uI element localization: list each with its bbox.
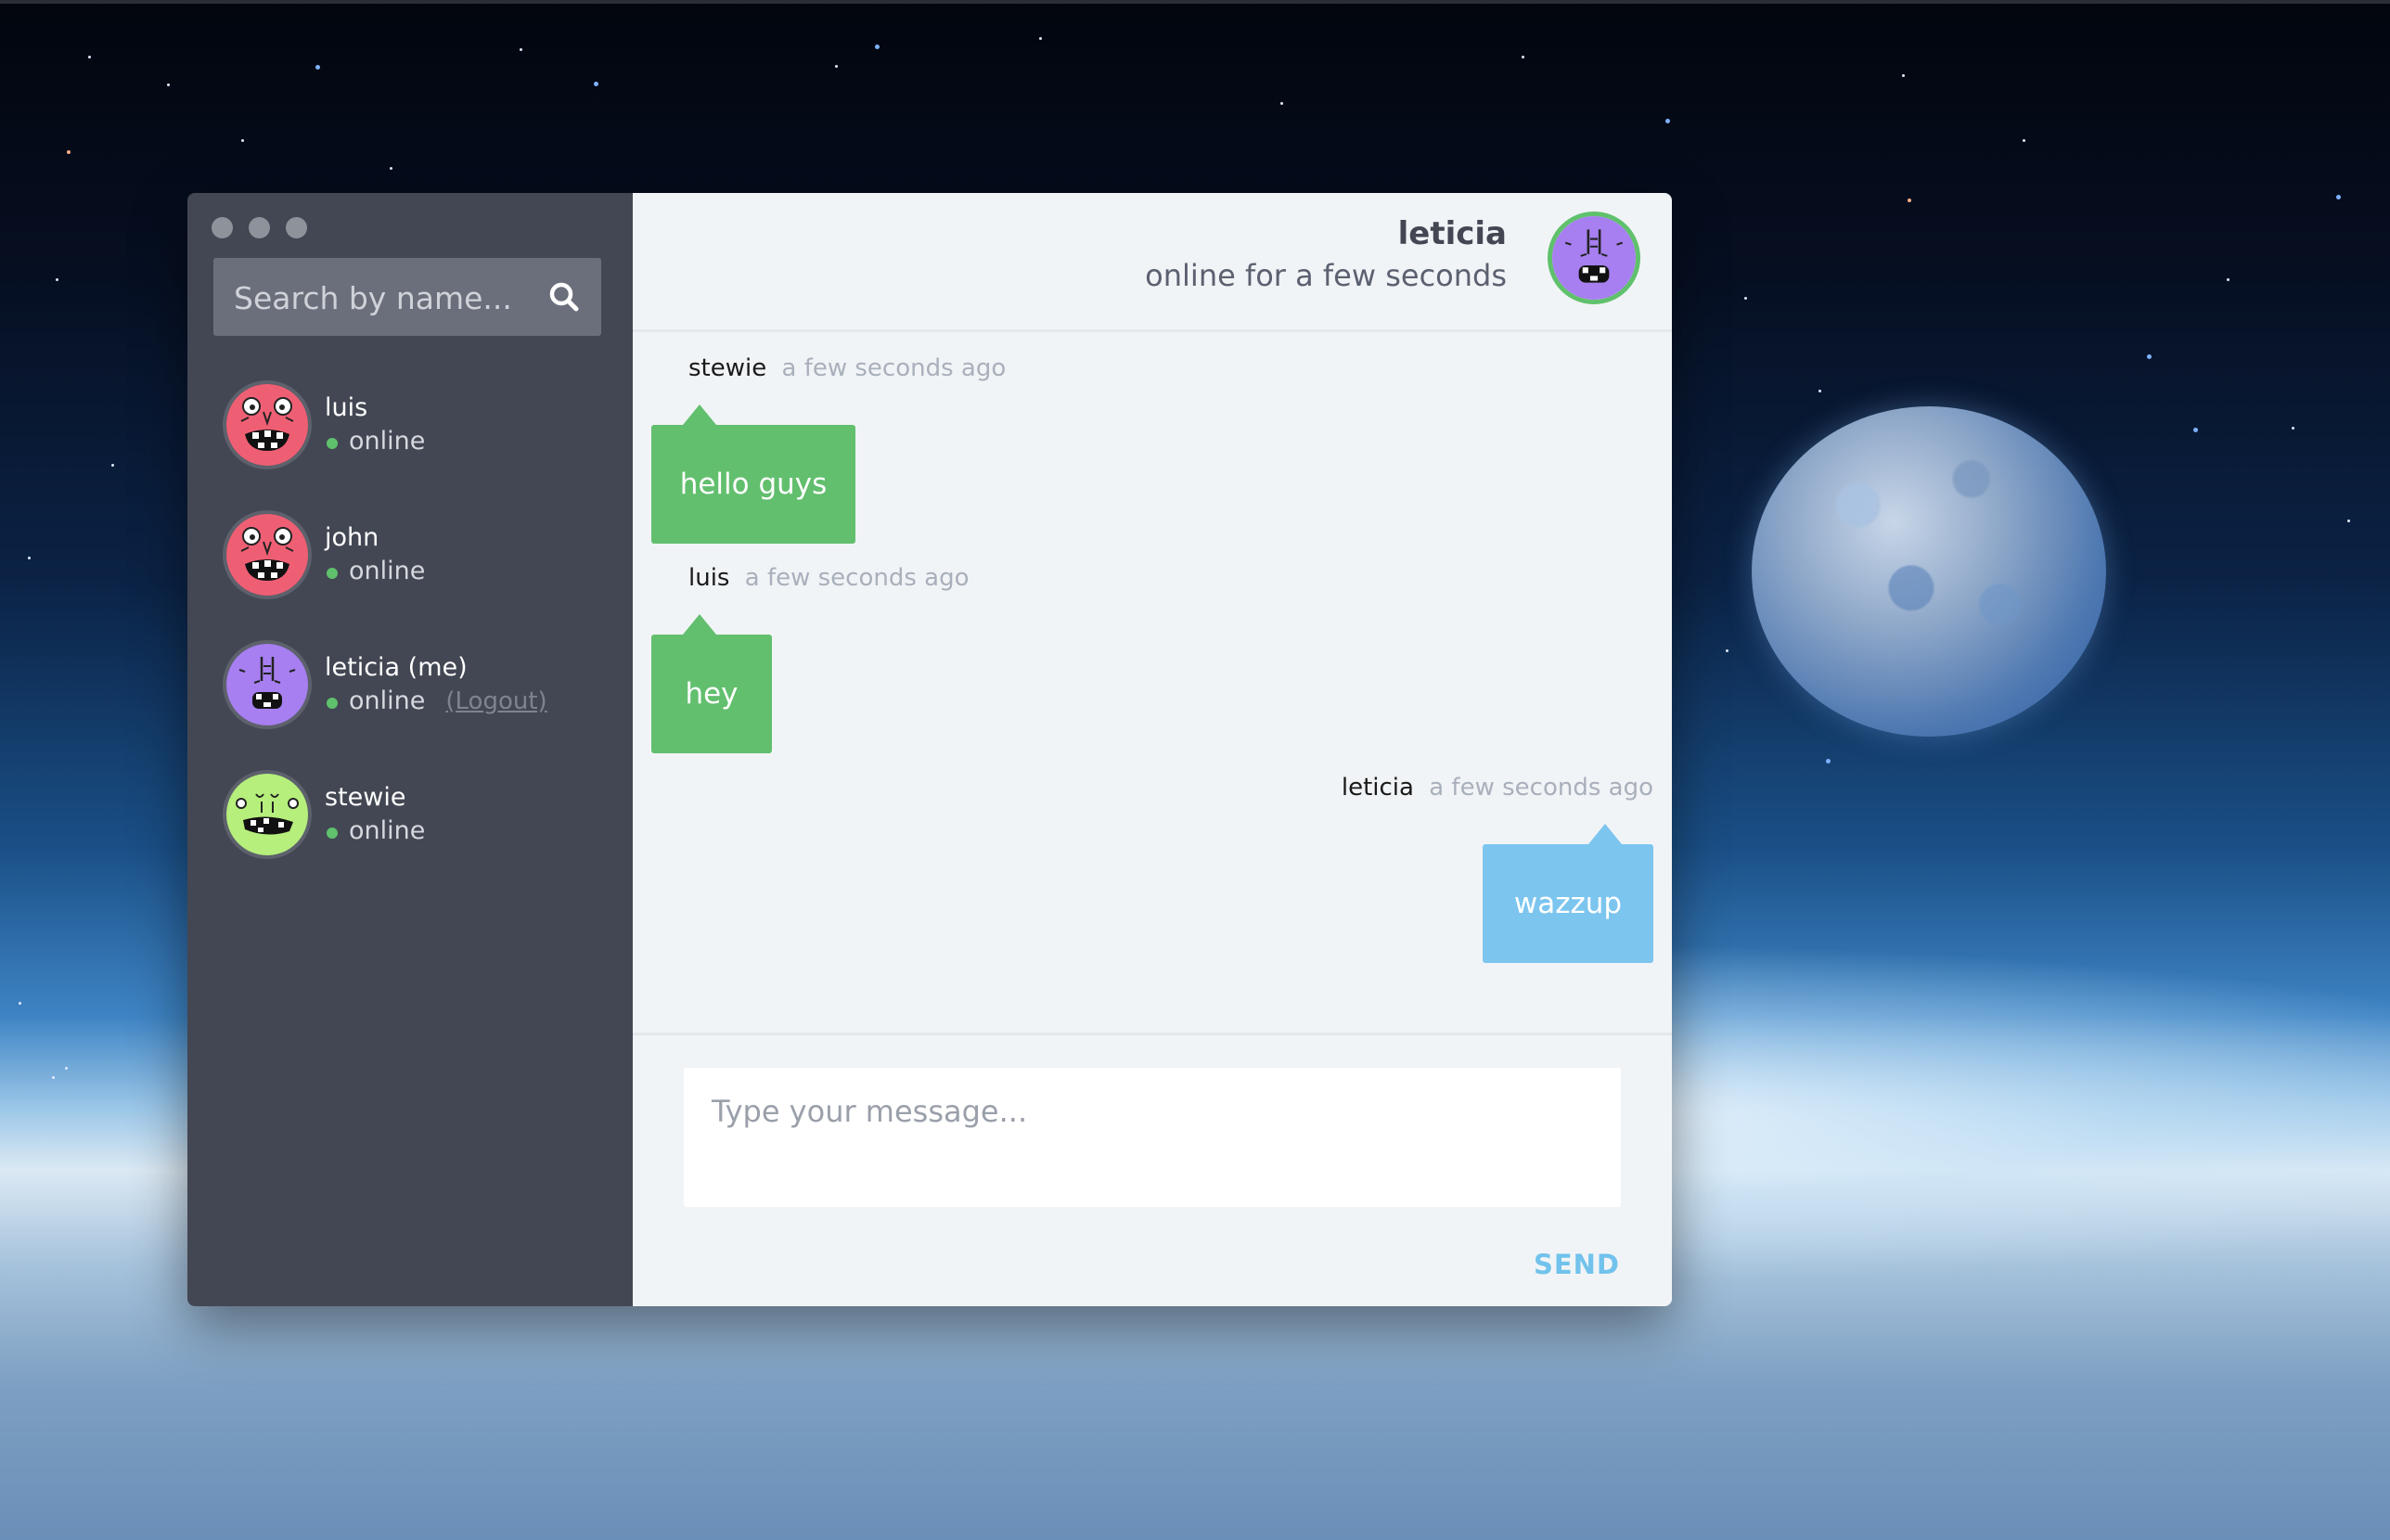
user-item-luis[interactable]: luis online <box>187 367 633 497</box>
user-list: luis online john online leticia (me) onl… <box>187 367 633 887</box>
close-window-button[interactable] <box>212 217 233 238</box>
logout-link[interactable]: (Logout) <box>445 687 546 715</box>
user-status-text: online <box>349 427 426 456</box>
user-name: john <box>325 523 379 552</box>
message-author: stewie <box>688 354 767 382</box>
message-bubble: hello guys <box>651 404 855 544</box>
user-status-text: online <box>349 687 426 715</box>
message-composer: SEND <box>633 1033 1672 1306</box>
maximize-window-button[interactable] <box>286 217 307 238</box>
window-controls <box>212 217 307 238</box>
message-time: a few seconds ago <box>744 564 970 592</box>
message-author: luis <box>688 564 730 592</box>
moon <box>1752 406 2106 737</box>
sidebar: luis online <box>187 193 633 1306</box>
chat-contact-status: online for a few seconds <box>1145 258 1507 293</box>
chat-header: leticia online for a few seconds <box>633 193 1672 332</box>
minimize-window-button[interactable] <box>249 217 270 238</box>
online-indicator-icon <box>327 567 338 579</box>
online-indicator-icon <box>327 827 338 839</box>
user-item-leticia[interactable]: leticia (me) online (Logout) <box>187 627 633 757</box>
user-name: stewie <box>325 783 406 812</box>
user-name: luis <box>325 393 368 422</box>
message-bubble: hey <box>651 614 772 753</box>
message-time: a few seconds ago <box>1429 774 1653 802</box>
message-meta: luis a few seconds ago <box>688 564 970 592</box>
message-meta: leticia a few seconds ago <box>1342 774 1653 802</box>
user-item-john[interactable]: john online <box>187 497 633 627</box>
message-author: leticia <box>1341 774 1414 802</box>
search-icon[interactable] <box>546 278 583 315</box>
message-input[interactable] <box>684 1068 1621 1207</box>
message-bubble: wazzup <box>1483 824 1653 963</box>
pink-monster-avatar <box>223 380 312 469</box>
pink-monster-avatar <box>223 510 312 599</box>
user-status: online <box>327 816 425 845</box>
message-meta: stewie a few seconds ago <box>688 354 1006 382</box>
green-monster-avatar <box>223 770 312 859</box>
online-indicator-icon <box>327 697 338 709</box>
online-indicator-icon <box>327 437 338 449</box>
user-status: online <box>327 427 425 456</box>
user-status: online (Logout) <box>327 687 547 715</box>
chat-panel: leticia online for a few seconds stewie <box>633 193 1672 1306</box>
chat-contact-name: leticia <box>1397 215 1507 252</box>
purple-monster-avatar <box>1548 212 1640 304</box>
search-input[interactable] <box>232 258 533 338</box>
user-status-text: online <box>349 557 426 585</box>
user-item-stewie[interactable]: stewie online <box>187 757 633 887</box>
user-status-text: online <box>349 816 426 845</box>
user-name: leticia (me) <box>325 653 468 682</box>
user-status: online <box>327 557 425 585</box>
purple-monster-avatar <box>223 640 312 729</box>
send-button[interactable]: SEND <box>1534 1249 1620 1280</box>
search-box <box>213 258 601 338</box>
chat-app-window: luis online <box>187 193 1672 1306</box>
menu-bar-edge <box>0 0 2390 4</box>
message-time: a few seconds ago <box>781 354 1007 382</box>
